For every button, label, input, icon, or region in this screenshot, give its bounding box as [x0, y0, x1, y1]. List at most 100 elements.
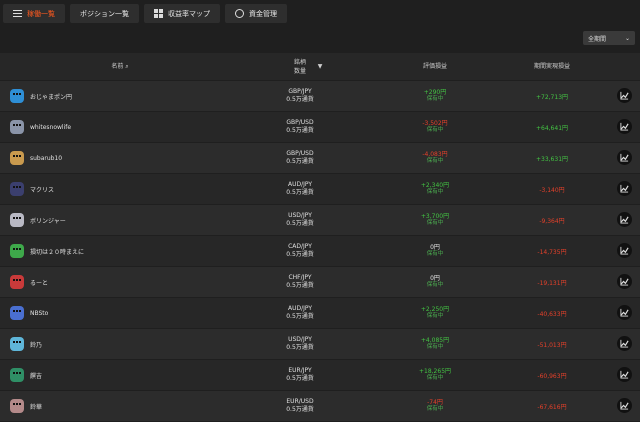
realized-value: -9,364円 [539, 217, 565, 225]
eval-value: +4,085円 [420, 336, 450, 344]
realized-value: +33,631円 [535, 155, 569, 163]
eval-cell: +290円 保有中 [395, 81, 475, 111]
quantity-label: 0.5万通貨 [286, 406, 314, 413]
status-label: 保有中 [426, 375, 444, 381]
chart-button[interactable] [617, 150, 632, 165]
table-row[interactable]: ボリンジャー USD/JPY 0.5万通貨 +3,700円 保有中 -9,364… [0, 205, 640, 235]
avatar [10, 151, 24, 165]
trader-cell: るーと [10, 267, 48, 297]
eval-value: +18,265円 [418, 367, 452, 375]
table-row[interactable]: るーと CHF/JPY 0.5万通貨 0円 保有中 -19,131円 [0, 267, 640, 297]
trader-name[interactable]: subarub10 [30, 155, 62, 162]
header-realized[interactable]: 期間実現損益 [512, 53, 592, 80]
trader-cell: おじゃまポン円 [10, 81, 72, 111]
trader-cell: 損切は２０時まえに [10, 236, 84, 266]
header-name[interactable]: 名前 ⌕ [95, 53, 145, 80]
pair-label: GBP/USD [286, 150, 314, 157]
avatar [10, 120, 24, 134]
pair-label: EUR/JPY [288, 367, 312, 374]
trader-cell: whitesnowlife [10, 112, 71, 142]
shield-icon [235, 9, 244, 18]
pair-label: AUD/JPY [287, 181, 313, 188]
chart-button[interactable] [617, 119, 632, 134]
status-label: 保有中 [426, 96, 444, 102]
chart-icon [620, 215, 629, 224]
table-header: 名前 ⌕ 銘柄 数量 ▼ 評価損益 期間実現損益 [0, 53, 640, 80]
trader-name[interactable]: マクリス [30, 185, 54, 194]
avatar [10, 182, 24, 196]
eval-cell: +2,250円 保有中 [395, 298, 475, 328]
pair-cell: AUD/JPY 0.5万通貨 [265, 174, 335, 204]
sort-down-icon[interactable]: ▼ [314, 53, 326, 80]
trader-name[interactable]: るーと [30, 278, 48, 287]
table-row[interactable]: マクリス AUD/JPY 0.5万通貨 +2,340円 保有中 -3,140円 [0, 174, 640, 204]
trader-name[interactable]: おじゃまポン円 [30, 92, 72, 101]
table-row[interactable]: subarub10 GBP/USD 0.5万通貨 -4,083円 保有中 +33… [0, 143, 640, 173]
tab-label: ポジション一覧 [80, 9, 129, 18]
chart-button[interactable] [617, 212, 632, 227]
eval-cell: +3,700円 保有中 [395, 205, 475, 235]
chart-icon [620, 122, 629, 131]
period-select[interactable]: 全期間 ⌄ [583, 31, 635, 45]
trader-name[interactable]: 鈴華 [30, 402, 42, 411]
tab-fund-management[interactable]: 資金管理 [225, 4, 287, 23]
quantity-label: 0.5万通貨 [286, 220, 314, 227]
chart-button[interactable] [617, 305, 632, 320]
trader-cell: 饌吉 [10, 360, 42, 390]
eval-cell: 0円 保有中 [395, 236, 475, 266]
pair-label: AUD/JPY [287, 305, 313, 312]
pair-cell: GBP/USD 0.5万通貨 [265, 143, 335, 173]
table-row[interactable]: 饌吉 EUR/JPY 0.5万通貨 +18,265円 保有中 -60,963円 [0, 360, 640, 390]
chart-button[interactable] [617, 181, 632, 196]
table-row[interactable]: 鈴華 EUR/USD 0.5万通貨 -74円 保有中 -67,616円 [0, 391, 640, 421]
pair-cell: USD/JPY 0.5万通貨 [265, 205, 335, 235]
trader-cell: subarub10 [10, 143, 62, 173]
quantity-label: 0.5万通貨 [286, 251, 314, 258]
trader-name[interactable]: ボリンジャー [30, 216, 66, 225]
status-label: 保有中 [426, 127, 444, 133]
pair-cell: GBP/JPY 0.5万通貨 [265, 81, 335, 111]
trader-cell: マクリス [10, 174, 54, 204]
tab-label: 稼働一覧 [27, 9, 55, 18]
chart-button[interactable] [617, 398, 632, 413]
trader-cell: 鈴乃 [10, 329, 42, 359]
avatar [10, 213, 24, 227]
trader-cell: NBSto [10, 298, 48, 328]
chart-button[interactable] [617, 336, 632, 351]
tab-position-list[interactable]: ポジション一覧 [70, 4, 139, 23]
pair-cell: USD/JPY 0.5万通貨 [265, 329, 335, 359]
trader-name[interactable]: whitesnowlife [30, 124, 71, 131]
table-row[interactable]: 鈴乃 USD/JPY 0.5万通貨 +4,085円 保有中 -51,013円 [0, 329, 640, 359]
chart-button[interactable] [617, 88, 632, 103]
trader-name[interactable]: 鈴乃 [30, 340, 42, 349]
table-row[interactable]: おじゃまポン円 GBP/JPY 0.5万通貨 +290円 保有中 +72,713… [0, 81, 640, 111]
pair-cell: EUR/JPY 0.5万通貨 [265, 360, 335, 390]
tab-active-list[interactable]: 稼働一覧 [3, 4, 65, 23]
tab-label: 資金管理 [249, 9, 277, 18]
avatar [10, 399, 24, 413]
table-row[interactable]: NBSto AUD/JPY 0.5万通貨 +2,250円 保有中 -40,633… [0, 298, 640, 328]
quantity-label: 0.5万通貨 [286, 282, 314, 289]
eval-value: +3,700円 [420, 212, 450, 220]
status-label: 保有中 [426, 251, 444, 257]
chart-button[interactable] [617, 243, 632, 258]
chart-button[interactable] [617, 367, 632, 382]
period-select-value: 全期間 [588, 35, 607, 43]
list-icon [13, 9, 22, 18]
trader-name[interactable]: 饌吉 [30, 371, 42, 380]
realized-value: -40,633円 [537, 310, 567, 318]
tab-return-map[interactable]: 収益率マップ [144, 4, 220, 23]
quantity-label: 0.5万通貨 [286, 158, 314, 165]
trader-name[interactable]: NBSto [30, 310, 48, 317]
header-eval[interactable]: 評価損益 [395, 53, 475, 80]
table-row[interactable]: whitesnowlife GBP/USD 0.5万通貨 -3,502円 保有中… [0, 112, 640, 142]
chart-button[interactable] [617, 274, 632, 289]
eval-cell: -4,083円 保有中 [395, 143, 475, 173]
avatar [10, 337, 24, 351]
realized-value: -3,140円 [539, 186, 565, 194]
chart-icon [620, 308, 629, 317]
table-row[interactable]: 損切は２０時まえに CAD/JPY 0.5万通貨 0円 保有中 -14,735円 [0, 236, 640, 266]
trader-name[interactable]: 損切は２０時まえに [30, 247, 84, 256]
status-label: 保有中 [426, 344, 444, 350]
chart-icon [620, 339, 629, 348]
